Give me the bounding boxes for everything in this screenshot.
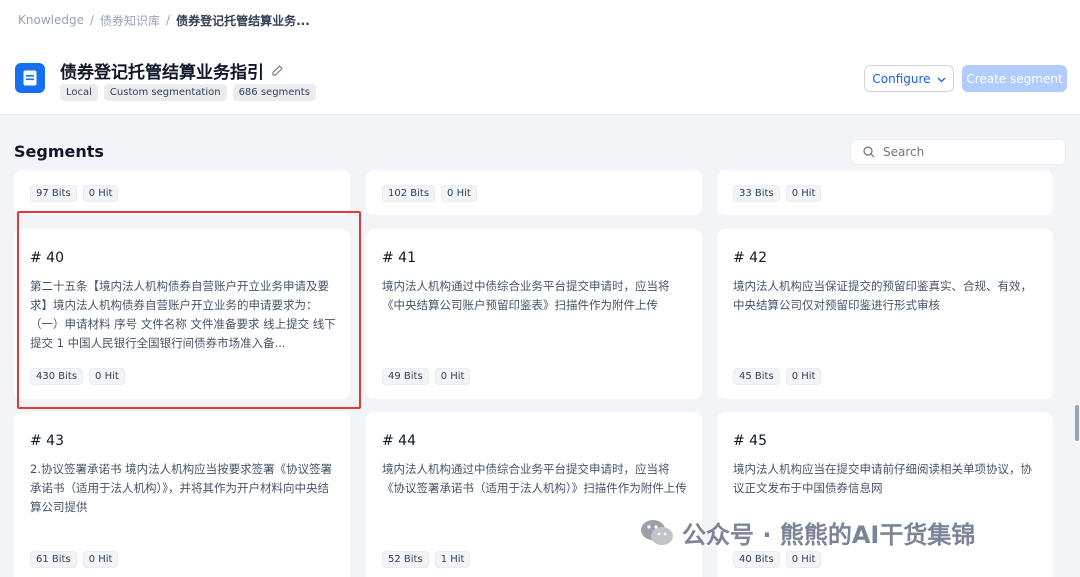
segment-stats: 45 Bits 0 Hit	[733, 368, 822, 385]
bits-badge: 97 Bits	[30, 185, 77, 202]
breadcrumb-separator: /	[166, 13, 171, 27]
configure-label: Configure	[872, 71, 931, 86]
segment-card-43[interactable]: # 43 2.协议签署承诺书 境内法人机构应当按要求签署《协议签署承诺书（适用于…	[14, 412, 350, 577]
hit-badge: 0 Hit	[785, 185, 822, 202]
breadcrumb-separator: /	[89, 13, 95, 27]
chevron-down-icon	[937, 72, 946, 86]
hit-badge: 1 Hit	[434, 551, 471, 568]
bits-badge: 430 Bits	[30, 368, 84, 385]
wechat-icon	[640, 519, 674, 547]
segment-stats: 61 Bits 0 Hit	[30, 551, 119, 568]
hit-badge: 0 Hit	[82, 551, 119, 568]
tag-data-source: Local	[60, 84, 98, 101]
breadcrumb-current: 债券登记托管结算业务...	[176, 13, 310, 28]
watermark: 公众号 · 熊熊的AI干货集锦	[640, 515, 975, 550]
segment-number: # 43	[30, 433, 64, 449]
bits-badge: 49 Bits	[382, 368, 429, 385]
segment-stats: 430 Bits 0 Hit	[30, 368, 125, 385]
document-icon	[15, 63, 45, 93]
tag-segmentation-mode: Custom segmentation	[103, 84, 227, 101]
segment-card[interactable]: 97 Bits 0 Hit	[14, 170, 350, 215]
segments-title: Segments	[14, 142, 104, 161]
segment-number: # 42	[733, 250, 767, 266]
document-tags: Local Custom segmentation 686 segments	[60, 84, 316, 101]
segment-card[interactable]: 33 Bits 0 Hit	[717, 170, 1053, 215]
breadcrumb: Knowledge / 债券知识库 / 债券登记托管结算业务...	[18, 11, 310, 29]
bits-badge: 102 Bits	[382, 185, 436, 202]
segment-stats: 52 Bits 1 Hit	[382, 551, 471, 568]
segment-content: 第二十五条【境内法人机构债券自营账户开立业务申请及要求】境内法人机构债券自营账户…	[30, 279, 336, 350]
bits-badge: 40 Bits	[733, 551, 780, 568]
segment-card[interactable]: 102 Bits 0 Hit	[366, 170, 702, 215]
scrollbar-thumb[interactable]	[1075, 405, 1079, 441]
search-input[interactable]	[883, 145, 1053, 159]
create-segment-label: Create segment	[966, 71, 1063, 86]
segment-number: # 41	[382, 250, 416, 266]
hit-badge: 0 Hit	[89, 368, 125, 385]
tag-segment-count: 686 segments	[232, 84, 316, 101]
document-title-text: 债券登记托管结算业务指引	[60, 63, 264, 83]
search-box[interactable]	[850, 139, 1066, 165]
segment-number: # 45	[733, 433, 767, 449]
hit-badge: 0 Hit	[441, 185, 477, 202]
segment-stats: 40 Bits 0 Hit	[733, 551, 822, 568]
segment-stats: 33 Bits 0 Hit	[733, 185, 822, 202]
breadcrumb-library[interactable]: 债券知识库	[100, 12, 160, 29]
segment-card-44[interactable]: # 44 境内法人机构通过中债综合业务平台提交申请时，应当将《协议签署承诺书（适…	[366, 412, 702, 577]
segment-number: # 40	[30, 250, 64, 266]
bits-badge: 61 Bits	[30, 551, 77, 568]
bits-badge: 45 Bits	[733, 368, 780, 385]
document-title: 债券登记托管结算业务指引	[60, 58, 284, 83]
segment-card-45[interactable]: # 45 境内法人机构应当在提交申请前仔细阅读相关单项协议，协议正文发布于中国债…	[717, 412, 1053, 577]
segment-content: 境内法人机构通过中债综合业务平台提交申请时，应当将《中央结算公司账户预留印鉴表》…	[382, 279, 670, 312]
segment-stats: 102 Bits 0 Hit	[382, 185, 477, 202]
bits-badge: 33 Bits	[733, 185, 780, 202]
create-segment-button[interactable]: Create segment	[962, 65, 1067, 92]
search-icon	[863, 143, 875, 162]
segment-card-42[interactable]: # 42 境内法人机构应当保证提交的预留印鉴真实、合规、有效，中央结算公司仅对预…	[717, 229, 1053, 399]
segment-content: 境内法人机构应当保证提交的预留印鉴真实、合规、有效，中央结算公司仅对预留印鉴进行…	[733, 279, 1032, 312]
hit-badge: 0 Hit	[434, 368, 471, 385]
segment-content: 2.协议签署承诺书 境内法人机构应当按要求签署《协议签署承诺书（适用于法人机构）…	[30, 462, 333, 514]
hit-badge: 0 Hit	[82, 185, 119, 202]
segment-stats: 49 Bits 0 Hit	[382, 368, 471, 385]
document-header: Knowledge / 债券知识库 / 债券登记托管结算业务... 债券登记托管…	[0, 0, 1080, 115]
configure-button[interactable]: Configure	[864, 65, 954, 92]
segment-card-41[interactable]: # 41 境内法人机构通过中债综合业务平台提交申请时，应当将《中央结算公司账户预…	[366, 229, 702, 399]
bits-badge: 52 Bits	[382, 551, 429, 568]
segment-number: # 44	[382, 433, 416, 449]
watermark-text: 公众号 · 熊熊的AI干货集锦	[682, 521, 976, 549]
segment-stats: 97 Bits 0 Hit	[30, 185, 119, 202]
hit-badge: 0 Hit	[785, 551, 822, 568]
hit-badge: 0 Hit	[785, 368, 822, 385]
segment-card-40[interactable]: # 40 第二十五条【境内法人机构债券自营账户开立业务申请及要求】境内法人机构债…	[14, 229, 350, 399]
edit-icon[interactable]	[272, 61, 284, 81]
breadcrumb-knowledge[interactable]: Knowledge	[18, 13, 84, 27]
